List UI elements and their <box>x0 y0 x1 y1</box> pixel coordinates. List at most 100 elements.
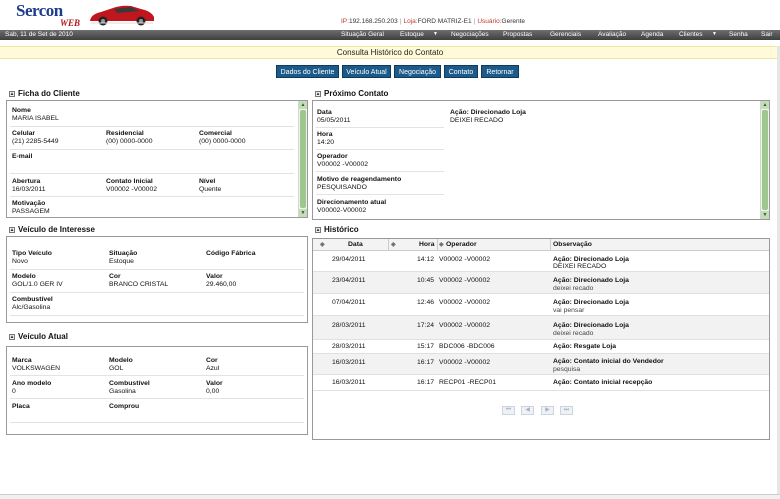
historico-title: Histórico <box>324 225 359 234</box>
scroll-thumb[interactable] <box>762 110 768 210</box>
sort-icon[interactable]: ◈ <box>391 241 396 248</box>
proximo-contato-panel: ▴ Próximo Contato Data 05/05/2011 Ação: Di… <box>312 88 770 220</box>
nav-situacao-geral[interactable]: Situação Geral <box>341 31 384 38</box>
row-operador: V00002 -V00002 <box>439 256 491 263</box>
row-hora: 14:12 <box>417 256 435 263</box>
prev-page-icon[interactable]: ◀ <box>521 406 534 415</box>
tipo-veiculo-value: Novo <box>12 258 28 265</box>
collapse-icon[interactable]: ▴ <box>9 227 15 233</box>
nav-avaliacao[interactable]: Avaliação <box>598 31 626 38</box>
row-acao: Ação: Resgate Loja <box>553 343 617 350</box>
table-row[interactable]: 23/04/2011 10:45 V00002 -V00002 Ação: Di… <box>313 272 769 294</box>
veiculo-atual-title: Veículo Atual <box>18 332 68 341</box>
atual-modelo-value: GOL <box>109 365 124 372</box>
tipo-veiculo-label: Tipo Veículo <box>12 250 52 257</box>
table-row[interactable]: 28/03/2011 15:17 BDC006 -BDC006 Ação: Re… <box>313 340 769 354</box>
scroll-down-icon[interactable]: ▼ <box>761 211 769 219</box>
collapse-icon[interactable]: ▴ <box>9 334 15 340</box>
ficha-cliente-title: Ficha do Cliente <box>18 89 80 98</box>
scroll-up-icon[interactable]: ▲ <box>299 101 307 109</box>
row-hora: 10:45 <box>417 277 435 284</box>
email-label: E-mail <box>12 153 33 160</box>
nav-clientes[interactable]: Clientes <box>679 31 702 38</box>
loja-value: FORD MATRIZ-E1 <box>417 18 472 25</box>
first-page-icon[interactable]: ⏮ <box>502 406 515 415</box>
last-page-icon[interactable]: ⏭ <box>560 406 573 415</box>
col-data[interactable]: Data <box>348 241 363 248</box>
estoque-caret-icon[interactable]: ▼ <box>433 31 438 37</box>
table-row[interactable]: 16/03/2011 16:17 V00002 -V00002 Ação: Co… <box>313 354 769 375</box>
historico-table: ◈ Data ◈ Hora ◈ Operador Observação 29/0… <box>312 238 770 440</box>
table-row[interactable]: 16/03/2011 16:17 RECP01 -RECP01 Ação: Co… <box>313 375 769 391</box>
collapse-icon[interactable]: ▴ <box>315 227 321 233</box>
ficha-scrollbar[interactable]: ▲ ▼ <box>298 101 307 217</box>
dados-cliente-button[interactable]: Dados do Cliente <box>276 65 339 78</box>
marca-value: VOLKSWAGEN <box>12 365 61 372</box>
usuario-value: Gerente <box>501 18 526 25</box>
row-hora: 15:17 <box>417 343 435 350</box>
row-operador: V00002 -V00002 <box>439 359 491 366</box>
nav-sair[interactable]: Sair <box>761 31 773 38</box>
nome-value: MARIA ISABEL <box>12 115 59 122</box>
ficha-cliente-header[interactable]: ▴ Ficha do Cliente <box>6 88 308 99</box>
next-page-icon[interactable]: ▶ <box>541 406 554 415</box>
sort-icon[interactable]: ◈ <box>439 241 444 248</box>
negociacao-button[interactable]: Negociação <box>394 65 441 78</box>
table-row[interactable]: 07/04/2011 12:46 V00002 -V00002 Ação: Di… <box>313 294 769 316</box>
veiculo-atual-header[interactable]: ▴ Veículo Atual <box>6 331 308 342</box>
collapse-icon[interactable]: ▴ <box>9 91 15 97</box>
table-row[interactable]: 28/03/2011 17:24 V00002 -V00002 Ação: Di… <box>313 316 769 340</box>
sort-icon[interactable]: ◈ <box>320 241 325 248</box>
col-observacao[interactable]: Observação <box>553 241 592 248</box>
scroll-down-icon[interactable]: ▼ <box>299 209 307 217</box>
row-data: 28/03/2011 <box>332 322 366 329</box>
retornar-button[interactable]: Retornar <box>481 65 519 78</box>
nav-estoque[interactable]: Estoque <box>400 31 424 38</box>
veiculo-atual-button[interactable]: Veículo Atual <box>342 65 391 78</box>
veiculo-interesse-header[interactable]: ▴ Veículo de Interesse <box>6 224 308 235</box>
row-data: 28/03/2011 <box>332 343 366 350</box>
scroll-up-icon[interactable]: ▲ <box>761 101 769 109</box>
atual-valor-value: 0,00 <box>206 388 220 395</box>
scroll-thumb[interactable] <box>300 110 306 208</box>
atual-valor-label: Valor <box>206 380 223 387</box>
ficha-cliente-body: Nome MARIA ISABEL Celular (21) 2285-5449 R… <box>6 100 308 218</box>
abertura-label: Abertura <box>12 178 41 185</box>
logo-name: Sercon <box>16 1 63 20</box>
historico-header[interactable]: ▴ Histórico <box>312 224 770 235</box>
comercial-label: Comercial <box>199 130 232 137</box>
row-operador: RECP01 -RECP01 <box>439 379 497 386</box>
placa-label: Placa <box>12 403 30 410</box>
collapse-icon[interactable]: ▴ <box>315 91 321 97</box>
table-row[interactable]: 29/04/2011 14:12 V00002 -V00002 Ação: Di… <box>313 252 769 272</box>
nav-gerenciais[interactable]: Gerenciais <box>550 31 581 38</box>
proximo-scrollbar[interactable]: ▲ ▼ <box>760 101 769 219</box>
current-date: Sab, 11 de Set de 2010 <box>5 31 73 38</box>
row-operador: V00002 -V00002 <box>439 299 491 306</box>
nav-senha[interactable]: Senha <box>729 31 748 38</box>
prox-data-value: 05/05/2011 <box>317 117 351 124</box>
row-operador: V00002 -V00002 <box>439 277 491 284</box>
proximo-contato-header[interactable]: ▴ Próximo Contato <box>312 88 770 99</box>
cor-label: Cor <box>109 273 121 280</box>
veiculo-interesse-title: Veículo de Interesse <box>18 225 95 234</box>
nome-label: Nome <box>12 107 31 114</box>
usuario-label: Usuário: <box>477 18 502 25</box>
clientes-caret-icon[interactable]: ▼ <box>712 31 717 37</box>
valor-value: 29.460,00 <box>206 281 237 288</box>
row-acao: Ação: Direcionado Loja <box>553 299 629 306</box>
nivel-value: Quente <box>199 186 222 193</box>
col-hora[interactable]: Hora <box>419 241 435 248</box>
ano-modelo-value: 0 <box>12 388 16 395</box>
combustivel-value: Alc/Gasolina <box>12 304 51 311</box>
nav-negociacoes[interactable]: Negociações <box>451 31 489 38</box>
row-hora: 16:17 <box>417 379 435 386</box>
sercon-logo[interactable]: Sercon WEB <box>16 1 88 28</box>
prox-acao-value: DEIXEI RECADO <box>450 117 504 124</box>
contato-button[interactable]: Contato <box>444 65 478 78</box>
nav-propostas[interactable]: Propostas <box>503 31 532 38</box>
nav-agenda[interactable]: Agenda <box>641 31 663 38</box>
modelo-value: GOL/1.0 GER IV <box>12 281 63 288</box>
col-operador[interactable]: Operador <box>446 241 477 248</box>
prox-operador-label: Operador <box>317 153 348 160</box>
